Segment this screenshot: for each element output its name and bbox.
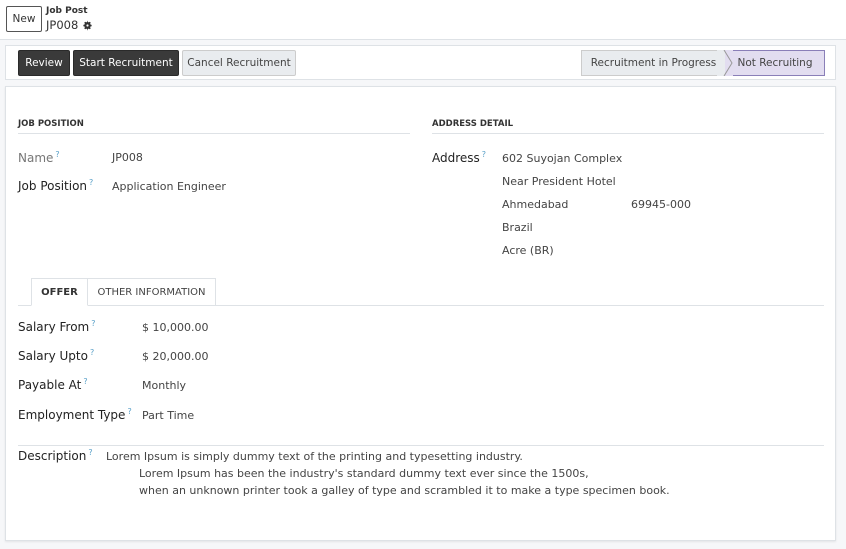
payable-at-label: Payable At? bbox=[18, 377, 88, 392]
name-label: Name? bbox=[18, 150, 60, 165]
breadcrumb-parent[interactable]: Job Post bbox=[46, 6, 88, 16]
description-line-1[interactable]: Lorem Ipsum is simply dummy text of the … bbox=[106, 448, 523, 466]
address-state[interactable]: Acre (BR) bbox=[502, 244, 554, 257]
employment-type-value[interactable]: Part Time bbox=[142, 409, 194, 422]
address-zip[interactable]: 69945-000 bbox=[631, 198, 691, 211]
stage-pipeline: Recruitment in Progress Not Recruiting bbox=[581, 50, 825, 76]
job-position-section-title: JOB POSITION bbox=[18, 119, 410, 134]
help-icon[interactable]: ? bbox=[83, 377, 87, 386]
review-button[interactable]: Review bbox=[18, 50, 70, 76]
help-icon[interactable]: ? bbox=[88, 448, 92, 457]
stage-not-recruiting[interactable]: Not Recruiting bbox=[725, 50, 825, 76]
address-street[interactable]: 602 Suyojan Complex bbox=[502, 152, 622, 165]
status-bar: Review Start Recruitment Cancel Recruitm… bbox=[5, 45, 836, 80]
employment-type-label: Employment Type? bbox=[18, 407, 132, 422]
address-section-title: ADDRESS DETAIL bbox=[432, 119, 824, 134]
help-icon[interactable]: ? bbox=[89, 178, 93, 187]
description-divider bbox=[18, 445, 824, 446]
address-label: Address? bbox=[432, 150, 487, 165]
gear-icon[interactable] bbox=[82, 20, 93, 31]
payable-at-value[interactable]: Monthly bbox=[142, 379, 186, 392]
description-label: Description? bbox=[18, 448, 93, 463]
salary-from-label: Salary From? bbox=[18, 319, 96, 334]
help-icon[interactable]: ? bbox=[482, 150, 486, 159]
stage-recruitment-in-progress[interactable]: Recruitment in Progress bbox=[581, 50, 725, 76]
new-button[interactable]: New bbox=[6, 6, 42, 32]
address-country[interactable]: Brazil bbox=[502, 221, 533, 234]
help-icon[interactable]: ? bbox=[91, 319, 95, 328]
help-icon[interactable]: ? bbox=[90, 348, 94, 357]
job-position-value[interactable]: Application Engineer bbox=[112, 180, 226, 193]
salary-upto-label: Salary Upto? bbox=[18, 348, 95, 363]
address-street2[interactable]: Near President Hotel bbox=[502, 175, 616, 188]
salary-from-value[interactable]: $ 10,000.00 bbox=[142, 321, 208, 334]
breadcrumb: JP008 bbox=[46, 18, 93, 32]
cancel-recruitment-button[interactable]: Cancel Recruitment bbox=[182, 50, 296, 76]
stage-arrow-icon bbox=[717, 50, 733, 76]
breadcrumb-current: JP008 bbox=[46, 18, 79, 32]
job-position-label: Job Position? bbox=[18, 178, 94, 193]
control-panel: New Job Post JP008 bbox=[0, 0, 846, 40]
help-icon[interactable]: ? bbox=[55, 150, 59, 159]
salary-upto-value[interactable]: $ 20,000.00 bbox=[142, 350, 208, 363]
help-icon[interactable]: ? bbox=[127, 407, 131, 416]
tab-other-information[interactable]: OTHER INFORMATION bbox=[88, 278, 216, 306]
form-sheet: JOB POSITION Name? JP008 Job Position? A… bbox=[5, 86, 836, 541]
address-city[interactable]: Ahmedabad bbox=[502, 198, 568, 211]
tab-offer[interactable]: OFFER bbox=[31, 278, 88, 306]
start-recruitment-button[interactable]: Start Recruitment bbox=[73, 50, 179, 76]
name-value[interactable]: JP008 bbox=[112, 151, 143, 164]
description-line-3[interactable]: when an unknown printer took a galley of… bbox=[139, 482, 670, 500]
description-line-2[interactable]: Lorem Ipsum has been the industry's stan… bbox=[139, 465, 589, 483]
